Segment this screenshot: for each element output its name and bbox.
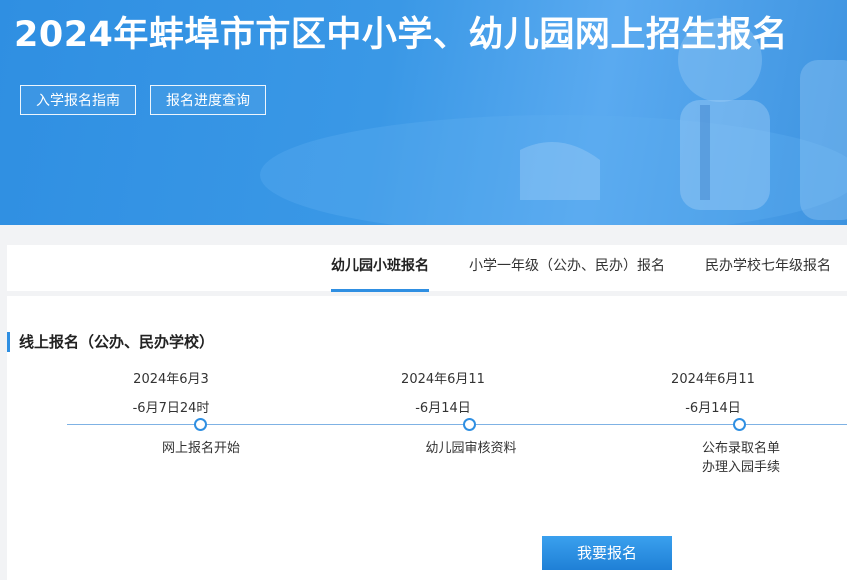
step-2-marker xyxy=(463,418,476,431)
step-3-label: 公布录取名单 办理入园手续 xyxy=(701,441,780,475)
progress-query-button[interactable]: 报名进度查询 xyxy=(150,85,266,115)
step-1-marker xyxy=(194,418,207,431)
section-title: 线上报名（公办、民办学校） xyxy=(7,332,214,352)
step-3-date-end: -6月14日 xyxy=(685,401,741,416)
step-1-date-start: 2024年6月3 xyxy=(133,372,209,387)
hero-banner: 2024年蚌埠市市区中小学、幼儿园网上招生报名 入学报名指南 报名进度查询 xyxy=(0,0,847,225)
step-3-date-start: 2024年6月11 xyxy=(671,372,755,387)
step-2-date-end: -6月14日 xyxy=(415,401,471,416)
step-1-date-end: -6月7日24时 xyxy=(132,401,210,416)
step-2-date-start: 2024年6月11 xyxy=(401,372,485,387)
tab-primary-grade-one[interactable]: 小学一年级（公办、民办）报名 xyxy=(469,245,665,289)
enrollment-guide-button[interactable]: 入学报名指南 xyxy=(20,85,136,115)
tab-kindergarten[interactable]: 幼儿园小班报名 xyxy=(331,245,429,292)
tab-private-grade-seven[interactable]: 民办学校七年级报名 xyxy=(705,245,831,289)
step-3-marker xyxy=(733,418,746,431)
content-panel: 线上报名（公办、民办学校） 2024年6月3 -6月7日24时 网上报名开始 2… xyxy=(7,296,847,580)
step-2-label: 幼儿园审核资料 xyxy=(425,441,517,456)
timeline-line xyxy=(67,424,847,425)
step-1-label: 网上报名开始 xyxy=(161,441,240,456)
enrollment-tabs: 幼儿园小班报名 小学一年级（公办、民办）报名 民办学校七年级报名 xyxy=(7,245,847,292)
signup-button[interactable]: 我要报名 xyxy=(542,536,672,570)
page-title: 2024年蚌埠市市区中小学、幼儿园网上招生报名 xyxy=(14,15,788,55)
